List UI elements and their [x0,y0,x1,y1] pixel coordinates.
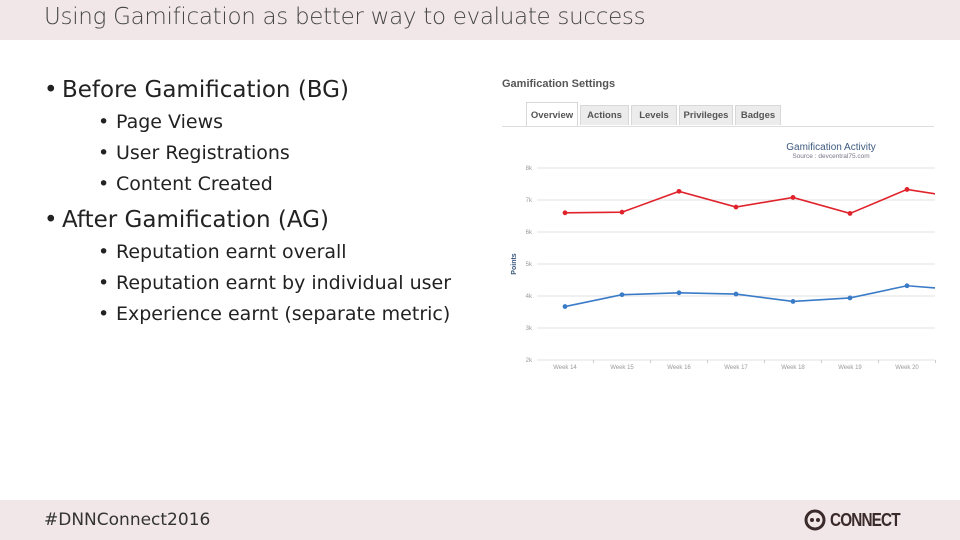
sub-bullet-item: • Content Created [98,169,451,200]
series-line-0 [564,188,935,215]
bullet-text: Before Gamification (BG) [62,77,349,103]
y-tick-label: 8k [526,166,533,172]
sub-bullet-item: • Page Views [98,107,451,138]
bullet-marker: • [44,77,58,103]
title-bar: Using Gamification as better way to eval… [0,0,960,40]
sub-bullet-text: Page Views [116,111,224,133]
data-point [676,188,682,194]
bullet-item: • Before Gamification (BG) [44,74,451,107]
sub-bullet-text: Reputation earnt overall [116,241,347,263]
data-point [619,209,625,215]
y-tick-label: 2k [526,358,533,364]
bullet-marker: • [98,111,110,133]
chart-subtitle: Source : devcentral75.com [792,153,869,160]
data-point [847,211,853,216]
data-point [847,295,853,301]
bullet-marker: • [98,272,110,294]
x-tick-label: Week 16 [667,365,691,371]
data-point [733,204,739,210]
sub-bullet-item: • Reputation earnt by individual user [98,268,451,299]
y-tick-label: 7k [526,198,533,204]
sub-bullet-item: • User Registrations [98,138,451,169]
hashtag: #DNNConnect2016 [44,510,211,530]
y-tick-label: 4k [526,294,533,300]
gamification-settings-screenshot: Gamification Settings Overview Actions L… [496,72,940,377]
x-tick-label: Week 19 [838,365,862,371]
logo-text: CONNECT [830,509,901,530]
bullet-item: • After Gamification (AG) [44,204,451,237]
sub-bullet-item: • Reputation earnt overall [98,237,451,268]
connect-logo-icon [804,509,826,531]
data-point [619,292,625,298]
x-tick-label: Week 15 [610,365,634,371]
y-tick-label: 5k [526,262,533,268]
footer-bar: #DNNConnect2016 CONNECT [0,500,960,540]
x-tick-label: Week 17 [724,365,748,371]
x-tick-label: Week 20 [895,365,919,371]
data-point [733,291,739,297]
chart-title: Gamification Activity [786,142,875,153]
x-tick-label: Week 18 [781,365,805,371]
slide-title: Using Gamification as better way to eval… [44,4,646,30]
bullet-marker: • [98,241,110,263]
sub-bullet-text: Experience earnt (separate metric) [116,303,451,325]
bullet-marker: • [44,207,58,233]
bullet-marker: • [98,142,110,164]
bullet-list: • Before Gamification (BG) • Page Views • Use… [44,74,451,330]
y-axis-label: Points [511,253,518,274]
sub-bullet-text: Reputation earnt by individual user [116,272,452,294]
data-point [790,299,796,304]
data-point [790,195,796,200]
bullet-text: After Gamification (AG) [62,207,329,233]
sub-bullet-text: User Registrations [116,142,290,164]
bullet-marker: • [98,173,110,195]
bullet-marker: • [98,303,110,325]
y-tick-label: 3k [526,326,533,332]
data-point [562,210,568,216]
data-point [904,283,910,289]
data-point [676,290,682,296]
y-tick-label: 6k [526,230,533,236]
data-point [562,304,568,309]
sub-bullet-item: • Experience earnt (separate metric) [98,299,451,330]
connect-logo: CONNECT [804,509,912,531]
data-point [904,187,910,192]
gamification-activity-chart: Gamification Activity Source : devcentra… [511,142,936,371]
sub-bullet-text: Content Created [116,173,273,195]
x-tick-label: Week 14 [553,365,577,371]
